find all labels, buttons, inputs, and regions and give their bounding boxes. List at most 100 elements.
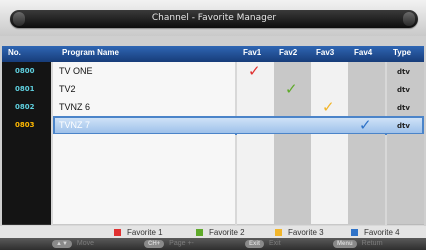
channel-number: 0802: [15, 103, 35, 111]
type-cell: [387, 188, 424, 207]
fav1-cell[interactable]: [237, 134, 274, 153]
hint-move: ▲▼ Move: [52, 240, 94, 248]
name-cell: [53, 206, 235, 225]
name-cell: [53, 188, 235, 207]
fav2-cell[interactable]: [274, 134, 311, 153]
channel-type: dtv: [397, 122, 410, 130]
fav3-cell[interactable]: [311, 80, 348, 99]
checkmark-icon: ✓: [359, 116, 372, 134]
fav2-cell[interactable]: [274, 62, 311, 81]
legend-fav2: Favorite 2: [196, 228, 245, 238]
arrow-keys-icon: ▲▼: [52, 240, 72, 248]
channel-number-cell: [2, 206, 51, 225]
green-swatch-icon: [196, 229, 203, 236]
favorite-table: No. Program Name Fav1 Fav2 Fav3 Fav4 Typ…: [2, 46, 424, 226]
channel-number-cell: [2, 188, 51, 207]
name-cell: [53, 80, 235, 99]
checkmark-icon: ✓: [248, 62, 261, 80]
legend-fav4: Favorite 4: [351, 228, 400, 238]
channel-number: 0801: [15, 85, 35, 93]
hint-return: Menu Return: [333, 240, 383, 248]
fav4-cell[interactable]: [348, 62, 385, 81]
fav3-cell[interactable]: [311, 170, 348, 189]
fav1-cell[interactable]: [237, 80, 274, 99]
empty-row: [2, 134, 424, 153]
fav2-cell[interactable]: [274, 206, 311, 225]
channel-type: dtv: [397, 104, 410, 112]
col-name: Program Name: [62, 48, 119, 57]
type-cell: [387, 206, 424, 225]
channel-number: 0803: [15, 121, 35, 129]
menu-key-icon: Menu: [333, 240, 357, 248]
fav4-cell[interactable]: [348, 170, 385, 189]
fav2-cell[interactable]: [274, 188, 311, 207]
name-cell: [53, 152, 235, 171]
fav4-cell[interactable]: [348, 152, 385, 171]
legend-fav3-label: Favorite 3: [288, 228, 324, 237]
col-fav2: Fav2: [279, 48, 298, 57]
key-hints-bar: ▲▼ Move CH+ Page +- Exit Exit Menu Return: [0, 238, 426, 250]
fav1-cell[interactable]: [237, 170, 274, 189]
channel-type: dtv: [397, 68, 410, 76]
fav4-cell[interactable]: [348, 188, 385, 207]
fav3-cell[interactable]: [311, 152, 348, 171]
checkmark-icon: ✓: [322, 98, 335, 116]
channel-number-cell: [2, 170, 51, 189]
fav4-cell[interactable]: [348, 98, 385, 117]
legend-fav4-label: Favorite 4: [364, 228, 400, 237]
fav1-cell[interactable]: [237, 206, 274, 225]
channel-name: TVNZ 7: [59, 120, 91, 130]
name-cell: [53, 170, 235, 189]
type-cell: [387, 170, 424, 189]
exit-key-icon: Exit: [245, 240, 265, 248]
fav4-cell[interactable]: [348, 134, 385, 153]
fav1-cell[interactable]: [237, 188, 274, 207]
hint-page: CH+ Page +-: [144, 240, 194, 248]
col-fav4: Fav4: [354, 48, 373, 57]
table-row[interactable]: 0803 TVNZ 7 dtv ✓: [2, 116, 424, 135]
fav3-cell[interactable]: [311, 188, 348, 207]
fav2-cell[interactable]: [274, 98, 311, 117]
channel-name: TV ONE: [59, 66, 93, 76]
legend-fav3: Favorite 3: [275, 228, 324, 238]
col-type: Type: [393, 48, 412, 57]
col-no: No.: [8, 48, 21, 57]
table-header: No. Program Name Fav1 Fav2 Fav3 Fav4 Typ…: [2, 46, 424, 62]
fav3-cell[interactable]: [311, 134, 348, 153]
type-cell: [387, 152, 424, 171]
name-cell: [53, 134, 235, 153]
channel-number-cell: [2, 152, 51, 171]
blue-swatch-icon: [351, 229, 358, 236]
empty-row: [2, 188, 424, 207]
fav2-cell[interactable]: [274, 170, 311, 189]
legend-fav2-label: Favorite 2: [209, 228, 245, 237]
fav4-cell[interactable]: [348, 80, 385, 99]
channel-type: dtv: [397, 86, 410, 94]
favorite-legend: Favorite 1 Favorite 2 Favorite 3 Favorit…: [0, 226, 426, 238]
table-row[interactable]: 0800 TV ONE dtv ✓: [2, 62, 424, 81]
table-row[interactable]: 0802 TVNZ 6 dtv ✓: [2, 98, 424, 117]
channel-number-cell: [2, 134, 51, 153]
checkmark-icon: ✓: [285, 80, 298, 98]
fav3-cell[interactable]: [311, 206, 348, 225]
fav2-cell[interactable]: [274, 152, 311, 171]
empty-row: [2, 170, 424, 189]
fav3-cell[interactable]: [311, 62, 348, 81]
yellow-swatch-icon: [275, 229, 282, 236]
hint-exit: Exit Exit: [245, 240, 281, 248]
fav4-cell[interactable]: [348, 206, 385, 225]
channel-number: 0800: [15, 67, 35, 75]
table-row[interactable]: 0801 TV2 dtv ✓: [2, 80, 424, 99]
channel-name: TV2: [59, 84, 76, 94]
channel-name: TVNZ 6: [59, 102, 91, 112]
window-title: Channel - Favorite Manager: [151, 13, 277, 23]
red-swatch-icon: [114, 229, 121, 236]
fav1-cell[interactable]: [237, 98, 274, 117]
title-bar: Channel - Favorite Manager: [10, 10, 418, 28]
type-cell: [387, 134, 424, 153]
col-fav1: Fav1: [243, 48, 262, 57]
top-bar: Channel - Favorite Manager: [0, 0, 426, 36]
empty-row: [2, 152, 424, 171]
fav1-cell[interactable]: [237, 152, 274, 171]
col-fav3: Fav3: [316, 48, 335, 57]
